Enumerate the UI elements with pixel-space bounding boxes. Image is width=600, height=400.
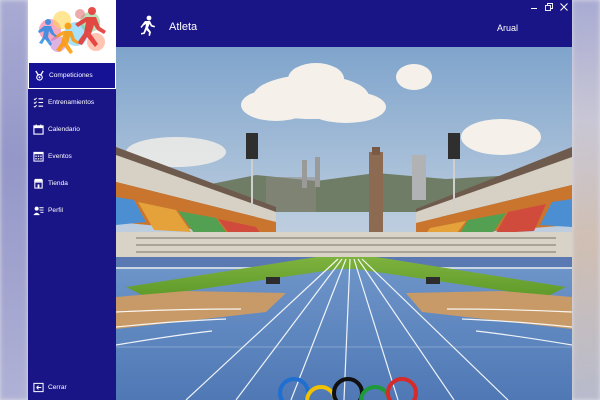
- close-icon[interactable]: [558, 2, 569, 12]
- blurred-right-edge: [572, 0, 600, 400]
- sidebar-item-calendario[interactable]: Calendario: [28, 116, 116, 143]
- sidebar-item-competiciones[interactable]: Competiciones: [28, 62, 116, 89]
- event-grid-icon: [33, 151, 44, 162]
- app-window: Competiciones Entrenamientos Calendario …: [28, 0, 572, 400]
- medal-icon: [34, 70, 45, 81]
- sidebar-nav: Competiciones Entrenamientos Calendario …: [28, 62, 116, 224]
- sidebar-item-label: Eventos: [48, 153, 72, 160]
- app-title: Atleta: [169, 21, 198, 33]
- sidebar-item-label: Tienda: [48, 180, 68, 187]
- logout-icon: [33, 382, 44, 393]
- calendar-icon: [33, 124, 44, 135]
- restore-icon[interactable]: [543, 2, 554, 12]
- sidebar-item-entrenamientos[interactable]: Entrenamientos: [28, 89, 116, 116]
- checklist-icon: [33, 97, 44, 108]
- minimize-icon[interactable]: [528, 2, 539, 12]
- logout-button[interactable]: Cerrar: [28, 378, 116, 396]
- sidebar-item-tienda[interactable]: Tienda: [28, 170, 116, 197]
- logout-label: Cerrar: [48, 383, 67, 391]
- window-controls: [528, 2, 569, 12]
- profile-icon: [33, 205, 44, 216]
- stadium-image: [116, 47, 572, 400]
- sidebar-item-eventos[interactable]: Eventos: [28, 143, 116, 170]
- sidebar-item-label: Calendario: [48, 126, 80, 133]
- user-name[interactable]: Arual: [497, 23, 518, 33]
- sidebar-item-label: Competiciones: [49, 72, 93, 79]
- app-logo: [28, 0, 116, 62]
- sidebar-item-label: Perfil: [48, 207, 64, 214]
- blurred-left-edge: [0, 0, 28, 400]
- sidebar-item-label: Entrenamientos: [48, 99, 95, 106]
- sidebar-item-perfil[interactable]: Perfil: [28, 197, 116, 224]
- header-bar: Atleta Arual: [116, 0, 572, 47]
- sidebar: Competiciones Entrenamientos Calendario …: [28, 0, 116, 400]
- store-icon: [33, 178, 44, 189]
- runner-icon: [138, 15, 156, 37]
